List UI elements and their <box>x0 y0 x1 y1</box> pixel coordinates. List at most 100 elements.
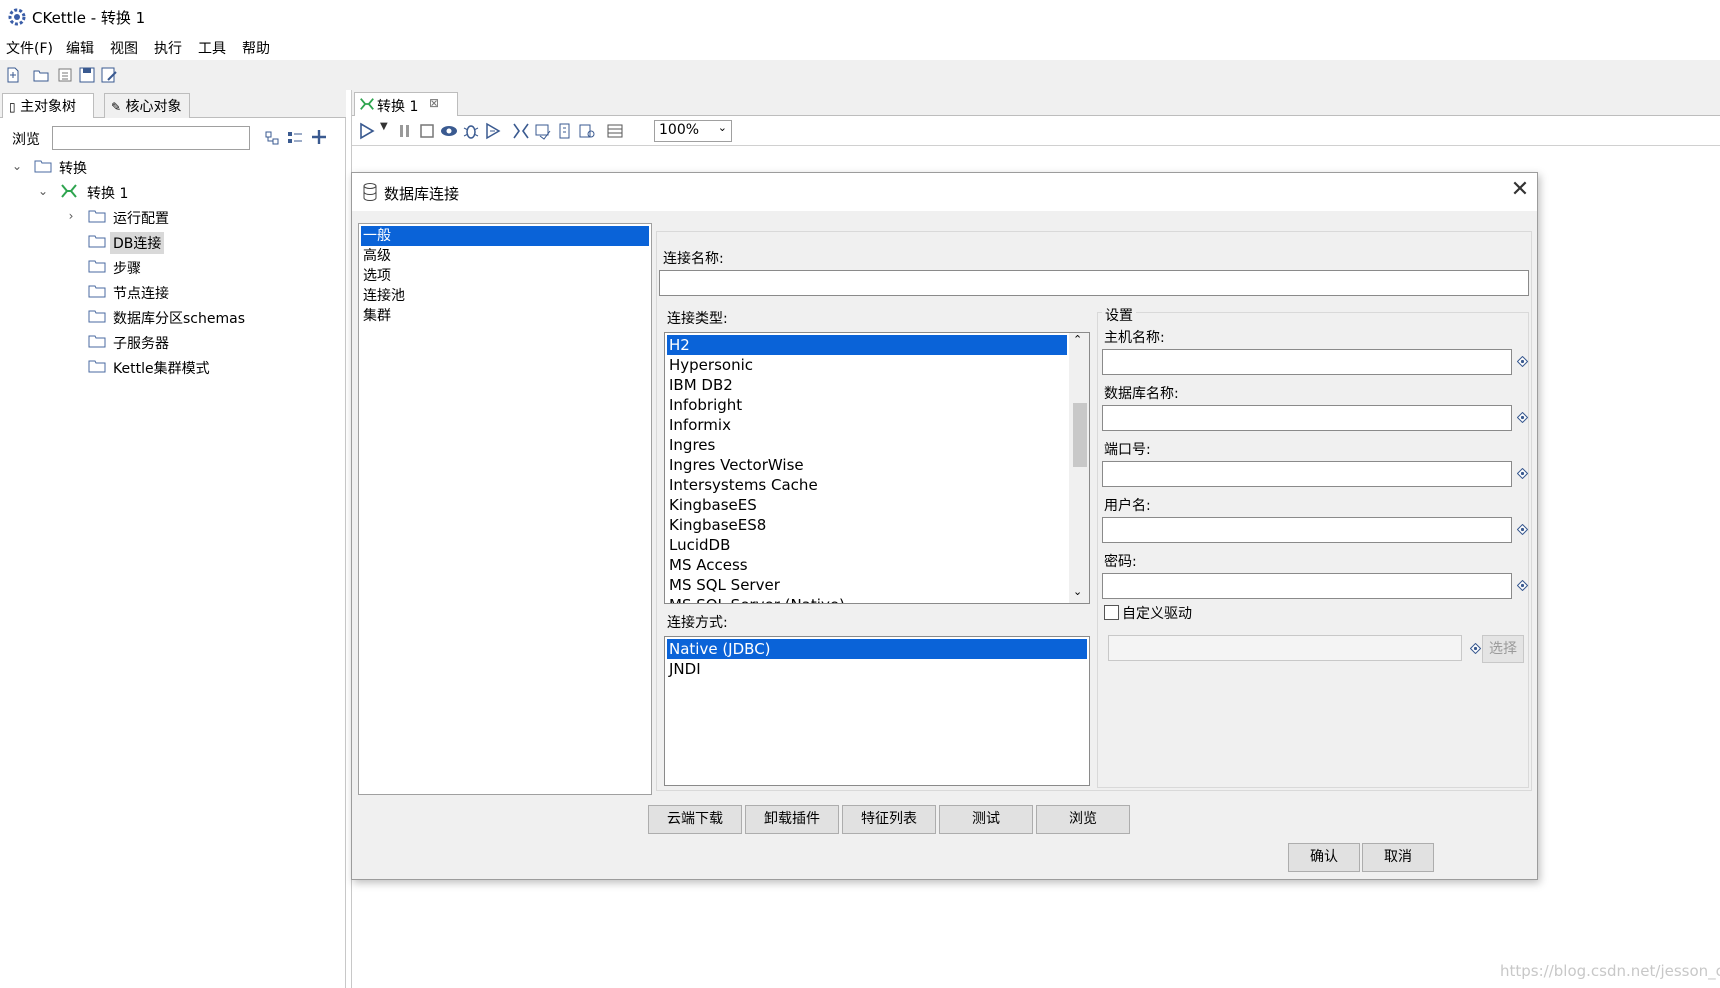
close-icon[interactable]: ✕ <box>1508 179 1532 203</box>
category-general[interactable]: 一般 <box>361 226 649 246</box>
open-folder-icon[interactable] <box>32 66 50 84</box>
dialog-title: 数据库连接 <box>384 185 460 203</box>
tree-label: 子服务器 <box>113 336 169 352</box>
list-item[interactable]: IBM DB2 <box>667 375 1067 395</box>
tree-item-hops[interactable]: 节点连接 <box>0 281 340 303</box>
list-item[interactable]: Ingres <box>667 435 1067 455</box>
menu-view[interactable]: 视图 <box>110 38 138 58</box>
menu-file[interactable]: 文件(F) <box>6 38 53 58</box>
browse-button[interactable]: 浏览 <box>1036 805 1130 834</box>
list-item[interactable]: Ingres VectorWise <box>667 455 1067 475</box>
pause-icon[interactable] <box>396 122 414 140</box>
close-tab-icon[interactable]: ⊠ <box>429 96 439 110</box>
category-options[interactable]: 选项 <box>361 266 649 286</box>
username-input[interactable] <box>1102 517 1512 543</box>
list-item[interactable]: KingbaseES <box>667 495 1067 515</box>
expand-all-icon[interactable] <box>286 130 304 146</box>
tab-core-objects[interactable]: ✎ 核心对象 <box>104 93 190 118</box>
list-item[interactable]: LucidDB <box>667 535 1067 555</box>
list-item[interactable]: Infobright <box>667 395 1067 415</box>
variable-icon[interactable] <box>1517 412 1528 423</box>
password-input[interactable] <box>1102 573 1512 599</box>
scroll-down-icon[interactable]: ⌄ <box>1073 585 1082 598</box>
list-item[interactable]: MS SQL Server <box>667 575 1067 595</box>
sql-icon[interactable] <box>556 122 574 140</box>
access-method-label: 连接方式: <box>667 615 728 631</box>
custom-driver-checkbox[interactable] <box>1104 605 1119 620</box>
tree-item-db-connections[interactable]: DB连接 <box>0 231 340 254</box>
host-input[interactable] <box>1102 349 1512 375</box>
cancel-button[interactable]: 取消 <box>1362 843 1434 872</box>
chevron-down-icon[interactable]: ⌄ <box>10 159 24 173</box>
list-item[interactable]: Informix <box>667 415 1067 435</box>
kettle-transform-icon <box>61 184 77 198</box>
save-icon[interactable] <box>78 66 96 84</box>
tree-item-partition-schemas[interactable]: 数据库分区schemas <box>0 306 340 328</box>
port-input[interactable] <box>1102 461 1512 487</box>
left-panel: ▯ 主对象树 ✎ 核心对象 浏览 ⌄ 转换 ⌄ 转换 1 › 运行配置 DB连接… <box>0 90 346 988</box>
menu-run[interactable]: 执行 <box>154 38 182 58</box>
main-toolbar <box>0 60 1720 90</box>
tree-item-steps[interactable]: 步骤 <box>0 256 340 278</box>
list-item[interactable]: Native (JDBC) <box>667 639 1087 659</box>
list-item[interactable]: Hypersonic <box>667 355 1067 375</box>
list-item[interactable]: MS SQL Server (Native) <box>667 595 1067 603</box>
browse-search-input[interactable] <box>52 126 250 150</box>
zoom-select[interactable]: 100% ⌄ <box>654 120 732 142</box>
run-icon[interactable] <box>358 122 376 140</box>
tree-item-transform-1[interactable]: ⌄ 转换 1 <box>0 181 340 203</box>
cloud-download-button[interactable]: 云端下载 <box>648 805 742 834</box>
explore-db-icon[interactable] <box>578 122 596 140</box>
verify-icon[interactable] <box>512 122 530 140</box>
grid-layout-icon[interactable] <box>606 122 624 140</box>
variable-icon[interactable] <box>1517 356 1528 367</box>
collapse-all-icon[interactable] <box>264 130 282 146</box>
tree-item-transformations[interactable]: ⌄ 转换 <box>0 156 340 178</box>
run-dropdown-icon[interactable]: ▼ <box>380 121 388 132</box>
driver-path-input <box>1108 635 1462 661</box>
menu-help[interactable]: 帮助 <box>242 38 270 58</box>
tab-transform-1[interactable]: 转换 1 ⊠ <box>354 92 458 116</box>
debug-bug-icon[interactable] <box>462 122 480 140</box>
list-item[interactable]: KingbaseES8 <box>667 515 1067 535</box>
scrollbar[interactable]: ⌃ ⌄ <box>1069 333 1089 603</box>
tree-item-slave-servers[interactable]: 子服务器 <box>0 331 340 353</box>
variable-icon[interactable] <box>1517 468 1528 479</box>
browse-label: 浏览 <box>12 132 40 148</box>
editor-toolbar: ▼ 100% ⌄ <box>352 116 1720 146</box>
category-cluster[interactable]: 集群 <box>361 306 649 326</box>
chevron-down-icon[interactable]: ⌄ <box>36 184 50 198</box>
scrollbar-thumb[interactable] <box>1073 403 1087 467</box>
ok-button[interactable]: 确认 <box>1288 843 1360 872</box>
pencil-icon: ✎ <box>111 100 122 114</box>
database-name-input[interactable] <box>1102 405 1512 431</box>
feature-list-button[interactable]: 特征列表 <box>842 805 936 834</box>
tree-item-cluster-schemas[interactable]: Kettle集群模式 <box>0 356 340 378</box>
impact-icon[interactable] <box>534 122 552 140</box>
test-button[interactable]: 测试 <box>939 805 1033 834</box>
list-item[interactable]: JNDI <box>667 659 1087 679</box>
save-as-icon[interactable] <box>100 66 118 84</box>
tree-label: 节点连接 <box>113 286 169 302</box>
connection-name-input[interactable] <box>659 270 1529 296</box>
menu-edit[interactable]: 编辑 <box>66 38 94 58</box>
menu-tools[interactable]: 工具 <box>198 38 226 58</box>
stop-icon[interactable] <box>418 122 436 140</box>
list-item[interactable]: MS Access <box>667 555 1067 575</box>
scroll-up-icon[interactable]: ⌃ <box>1073 333 1082 346</box>
list-item[interactable]: H2 <box>667 335 1067 355</box>
category-advanced[interactable]: 高级 <box>361 246 649 266</box>
list-item[interactable]: Intersystems Cache <box>667 475 1067 495</box>
preview-eye-icon[interactable] <box>440 122 458 140</box>
tree-item-run-config[interactable]: › 运行配置 <box>0 206 340 228</box>
variable-icon[interactable] <box>1517 524 1528 535</box>
uninstall-plugin-button[interactable]: 卸载插件 <box>745 805 839 834</box>
explore-icon[interactable] <box>56 66 74 84</box>
tab-main-object-tree[interactable]: ▯ 主对象树 <box>2 93 94 118</box>
category-pooling[interactable]: 连接池 <box>361 286 649 306</box>
new-file-icon[interactable] <box>4 66 22 84</box>
chevron-right-icon[interactable]: › <box>64 209 78 223</box>
replay-icon[interactable] <box>484 122 502 140</box>
add-icon[interactable] <box>310 128 328 146</box>
variable-icon[interactable] <box>1517 580 1528 591</box>
